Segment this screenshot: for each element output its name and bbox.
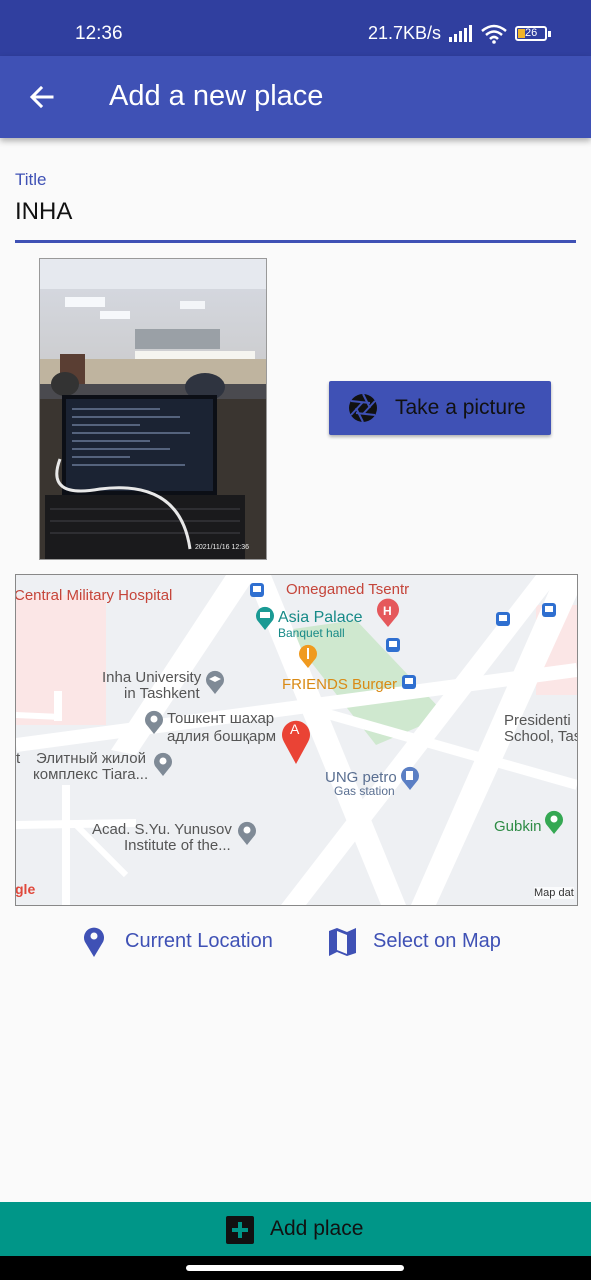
map-label-elit-2: комплекс Tiara... xyxy=(33,766,149,783)
bus-stop-icon xyxy=(496,612,510,626)
gas-station-pin-icon xyxy=(401,766,419,790)
map-label-acad-2: Institute of the... xyxy=(124,837,231,854)
place-pin-icon xyxy=(154,752,172,776)
status-time: 12:36 xyxy=(75,23,123,44)
photo-preview: 2021/11/16 12:36 xyxy=(39,258,267,560)
current-location-label: Current Location xyxy=(125,930,273,952)
map-label-asia-palace: Asia Palace xyxy=(278,609,363,626)
map-label-acad-1: Acad. S.Yu. Yunusov xyxy=(92,821,232,838)
page-title: Add a new place xyxy=(109,80,324,112)
add-place-button[interactable]: Add place xyxy=(0,1202,591,1256)
bus-stop-icon xyxy=(542,603,556,617)
map-label-inha-2: in Tashkent xyxy=(124,685,200,702)
add-box-icon xyxy=(226,1216,254,1244)
map-label-friends: FRIENDS Burger xyxy=(282,676,398,693)
take-picture-label: Take a picture xyxy=(395,396,526,419)
select-on-map-button[interactable]: Select on Map xyxy=(328,925,518,959)
title-field-underline xyxy=(15,240,576,243)
map-label-inha-1: Inha University xyxy=(102,669,202,686)
map-label-presidential-2: School, Taske xyxy=(504,728,577,745)
battery-icon: 26 xyxy=(515,26,547,41)
map-label-gubkin: Gubkin xyxy=(494,818,542,835)
map-preview[interactable]: Central Military Hospital Omegamed Tsent… xyxy=(15,574,578,906)
title-field-label: Title xyxy=(15,170,47,189)
home-gesture-handle[interactable] xyxy=(186,1265,404,1271)
status-bar: 12:36 21.7KB/s 26 xyxy=(0,0,591,56)
title-field[interactable] xyxy=(15,198,575,226)
photo-timestamp: 2021/11/16 12:36 xyxy=(195,544,249,551)
network-speed: 21.7KB/s xyxy=(368,23,442,43)
park-pin-icon xyxy=(545,810,563,834)
map-data-attribution: Map dat xyxy=(534,887,574,899)
map-label-toshkent-2: адлия бошқарм xyxy=(167,728,277,745)
map-label-gas: Gas station xyxy=(334,784,395,798)
place-pin-icon xyxy=(238,821,256,845)
map-label-elit-1: Элитный жилой xyxy=(36,750,146,767)
bus-stop-icon xyxy=(250,583,264,597)
svg-text:H: H xyxy=(383,604,392,618)
app-bar: Add a new place xyxy=(0,56,591,138)
map-label-banquet: Banquet hall xyxy=(278,626,345,640)
map-label-hospital: Central Military Hospital xyxy=(15,587,173,604)
hospital-pin-icon: H xyxy=(377,598,399,627)
map-label-left-cut: t xyxy=(16,750,21,767)
take-picture-button[interactable]: Take a picture xyxy=(329,381,551,435)
signal-icon xyxy=(449,25,472,42)
system-navigation-bar xyxy=(0,1256,591,1280)
map-label-toshkent-1: Тошкент шахар xyxy=(167,710,275,727)
photo-image: 2021/11/16 12:36 xyxy=(40,259,266,559)
map-icon xyxy=(329,928,356,956)
add-place-label: Add place xyxy=(270,1217,364,1240)
map-label-omegamed: Omegamed Tsentr xyxy=(286,581,410,598)
restaurant-pin-icon xyxy=(299,644,317,668)
current-location-button[interactable]: Current Location xyxy=(82,925,292,959)
map-label-presidential-1: Presidenti xyxy=(504,712,571,729)
map-marker-label: A xyxy=(290,721,300,737)
camera-shutter-icon xyxy=(349,393,377,423)
bus-stop-icon xyxy=(386,638,400,652)
school-pin-icon xyxy=(206,670,224,694)
map-marker-a: A xyxy=(280,715,312,765)
map-google-logo: gle xyxy=(15,881,36,897)
wifi-icon xyxy=(481,24,507,44)
battery-level: 26 xyxy=(525,27,538,39)
place-pin-icon xyxy=(145,710,163,734)
arrow-left-icon[interactable] xyxy=(28,83,56,111)
hotel-pin-icon xyxy=(256,606,274,630)
location-pin-icon xyxy=(84,927,104,957)
select-on-map-label: Select on Map xyxy=(373,930,501,952)
bus-stop-icon xyxy=(402,675,416,689)
